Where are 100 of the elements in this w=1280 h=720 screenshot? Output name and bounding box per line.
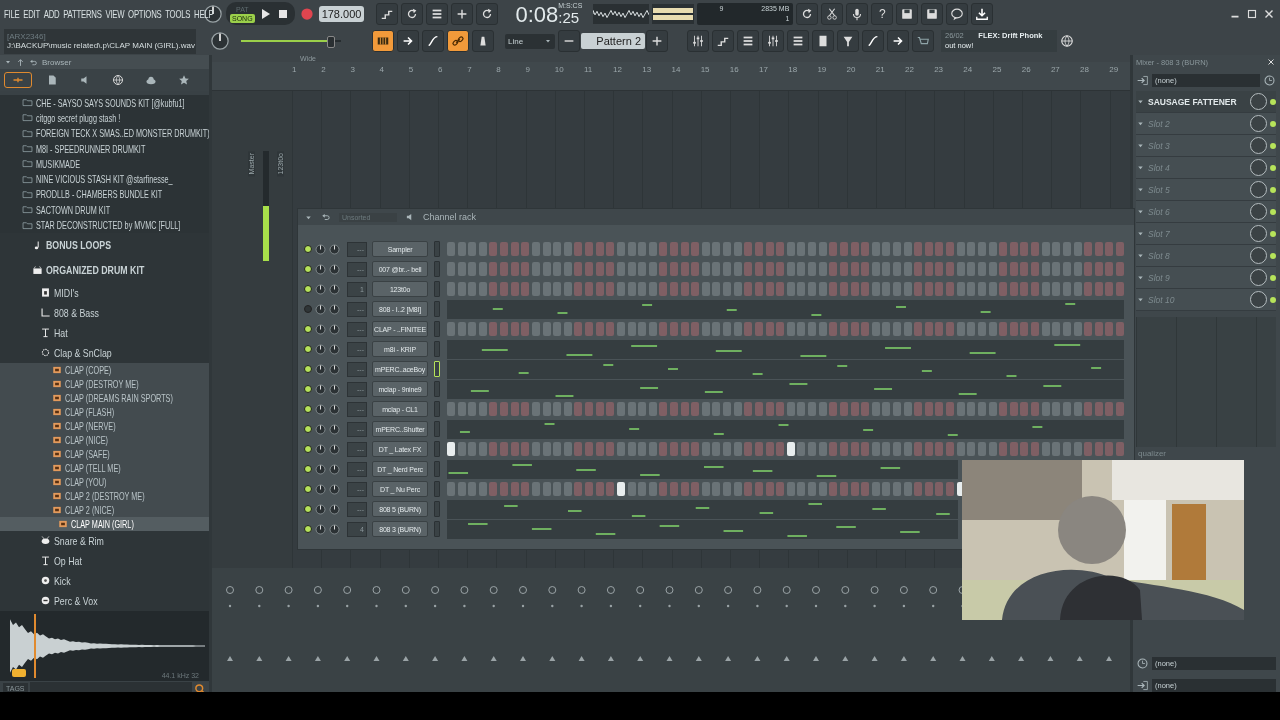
tree-item[interactable]: CHE - SAYSO SAYS SOUNDS KIT [@kubfu1] [0, 95, 209, 111]
mix-knob[interactable] [1250, 181, 1267, 198]
pan-knob[interactable] [315, 463, 326, 475]
tree-item[interactable]: ORGANIZED DRUM KIT [0, 257, 209, 283]
pan-knob[interactable] [315, 383, 326, 395]
channel-led[interactable] [304, 245, 312, 253]
curve-button[interactable] [422, 30, 444, 52]
tree-item[interactable]: MUSIKMADE [0, 156, 209, 172]
slot-enable-light[interactable] [1270, 186, 1276, 193]
pan-knob[interactable] [315, 403, 326, 415]
menu-item[interactable]: ADD [43, 7, 60, 20]
cut-button[interactable] [821, 2, 844, 25]
pan-knob[interactable] [315, 303, 326, 315]
knob-icon[interactable] [210, 31, 230, 51]
menu-item[interactable]: TOOLS [165, 7, 191, 20]
channel-led[interactable] [304, 425, 312, 433]
chat-button[interactable] [946, 2, 969, 25]
volume-knob[interactable] [329, 483, 340, 495]
mix-knob[interactable] [1250, 269, 1267, 286]
pan-knob[interactable] [315, 363, 326, 375]
arrow-button[interactable] [397, 30, 419, 52]
volume-knob[interactable] [329, 283, 340, 295]
volume-knob[interactable] [329, 343, 340, 355]
tree-item[interactable]: SACTOWN DRUM KIT [0, 202, 209, 218]
mix-knob[interactable] [1250, 137, 1267, 154]
volume-knob[interactable] [329, 303, 340, 315]
menu-item[interactable]: EDIT [23, 7, 41, 20]
snap-dropdown[interactable]: Line [505, 33, 555, 49]
channel-led[interactable] [304, 445, 312, 453]
volume-knob[interactable] [329, 323, 340, 335]
tempo-field[interactable]: 178.000 [318, 5, 365, 22]
slot-enable-light[interactable] [1270, 296, 1276, 303]
save-button[interactable] [896, 2, 919, 25]
globe-icon[interactable] [1060, 34, 1074, 48]
undo-icon[interactable] [321, 212, 331, 222]
volume-knob[interactable] [329, 363, 340, 375]
menu-item[interactable]: VIEW [105, 7, 125, 20]
slot-enable-light[interactable] [1270, 252, 1276, 259]
volume-knob[interactable] [329, 523, 340, 535]
next-pattern-button[interactable] [646, 30, 668, 52]
bell-button[interactable] [472, 30, 494, 52]
performance-button[interactable] [862, 30, 884, 52]
caret-icon[interactable] [4, 58, 12, 66]
volume-knob[interactable] [329, 263, 340, 275]
slot-enable-light[interactable] [1270, 164, 1276, 171]
browser-button[interactable] [787, 30, 809, 52]
slot-enable-light[interactable] [1270, 142, 1276, 149]
tree-item[interactable]: MIDI's [0, 282, 209, 303]
tree-item[interactable]: Perc & Vox [0, 590, 209, 611]
pan-knob[interactable] [315, 423, 326, 435]
pan-knob[interactable] [315, 523, 326, 535]
menu-item[interactable]: HELP [194, 7, 214, 20]
pan-knob[interactable] [315, 443, 326, 455]
download-button[interactable] [971, 2, 994, 25]
tree-item[interactable]: Kick [0, 570, 209, 591]
tree-item[interactable]: NINE VICIOUS STASH KIT @starfinesse_ [0, 171, 209, 187]
caret-icon[interactable] [1136, 119, 1145, 128]
mix-knob[interactable] [1250, 93, 1267, 110]
caret-icon[interactable] [1136, 185, 1145, 194]
volume-knob[interactable] [329, 403, 340, 415]
caret-icon[interactable] [1136, 141, 1145, 150]
tree-item[interactable]: STAR DECONSTRUCTED by MVMC [FULL] [0, 217, 209, 233]
channel-led[interactable] [304, 285, 312, 293]
volume-knob[interactable] [329, 243, 340, 255]
previous-pattern-button[interactable] [558, 30, 580, 52]
mix-knob[interactable] [1250, 115, 1267, 132]
list-button[interactable] [426, 2, 449, 25]
slot-enable-light[interactable] [1270, 274, 1276, 281]
channel-led[interactable] [304, 485, 312, 493]
caret-icon[interactable] [1136, 229, 1145, 238]
channel-led[interactable] [304, 505, 312, 513]
pan-knob[interactable] [315, 343, 326, 355]
channel-led[interactable] [304, 385, 312, 393]
menu-item[interactable]: PATTERNS [63, 7, 102, 20]
loop-button[interactable] [401, 2, 424, 25]
browser-tab[interactable] [4, 72, 32, 88]
slot-enable-light[interactable] [1270, 230, 1276, 237]
mix-knob[interactable] [1250, 225, 1267, 242]
menu-item[interactable]: OPTIONS [128, 7, 162, 20]
back-icon[interactable] [29, 57, 38, 67]
add-button[interactable] [451, 2, 474, 25]
close-icon[interactable] [1266, 57, 1276, 67]
caret-icon[interactable] [1136, 207, 1145, 216]
channel-led[interactable] [304, 325, 312, 333]
tree-item[interactable]: 808 & Bass [0, 302, 209, 323]
mix-knob[interactable] [1250, 291, 1267, 308]
tree-item[interactable]: BONUS LOOPS [0, 232, 209, 258]
slot-enable-light[interactable] [1270, 120, 1276, 127]
export-button[interactable] [921, 2, 944, 25]
tree-item[interactable]: Snare & Rim [0, 530, 209, 551]
cart-button[interactable] [912, 30, 934, 52]
slot-enable-light[interactable] [1270, 208, 1276, 215]
volume-knob[interactable] [329, 423, 340, 435]
volume-knob[interactable] [329, 463, 340, 475]
page-button[interactable] [812, 30, 834, 52]
volume-knob[interactable] [329, 383, 340, 395]
piano-roll-button[interactable] [712, 30, 734, 52]
slot-enable-light[interactable] [1270, 98, 1276, 105]
loop-button[interactable] [476, 2, 499, 25]
volume-knob[interactable] [329, 443, 340, 455]
